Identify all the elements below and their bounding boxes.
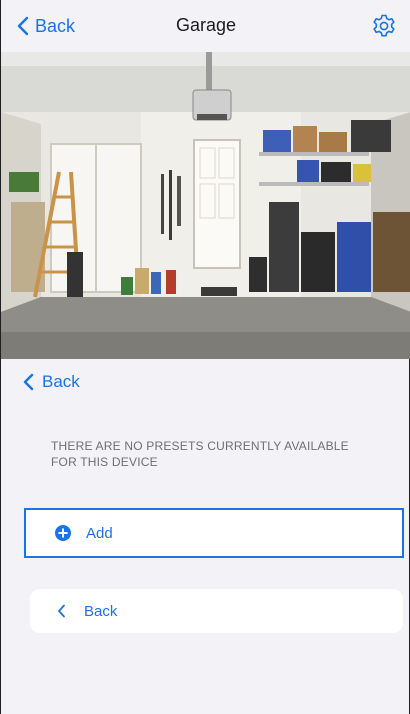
top-navigation-bar: Back Garage <box>1 0 410 52</box>
nav-back-button[interactable]: Back <box>17 14 75 38</box>
gear-icon[interactable] <box>371 13 397 39</box>
nav-back-label: Back <box>35 15 76 36</box>
presets-back-button[interactable]: Back <box>23 372 80 392</box>
empty-presets-message: THERE ARE NO PRESETS CURRENTLY AVAILABLE… <box>51 439 349 469</box>
chevron-left-icon <box>17 16 29 36</box>
chevron-left-icon <box>23 373 34 391</box>
presets-back-label: Back <box>42 372 80 391</box>
camera-feed-image[interactable] <box>1 52 410 359</box>
add-preset-label: Add <box>86 524 113 542</box>
bottom-back-label: Back <box>84 602 118 620</box>
bottom-back-button[interactable]: Back <box>30 589 403 633</box>
chevron-left-icon <box>58 604 65 618</box>
add-preset-button[interactable]: Add <box>24 508 404 558</box>
plus-circle-icon <box>55 525 71 541</box>
